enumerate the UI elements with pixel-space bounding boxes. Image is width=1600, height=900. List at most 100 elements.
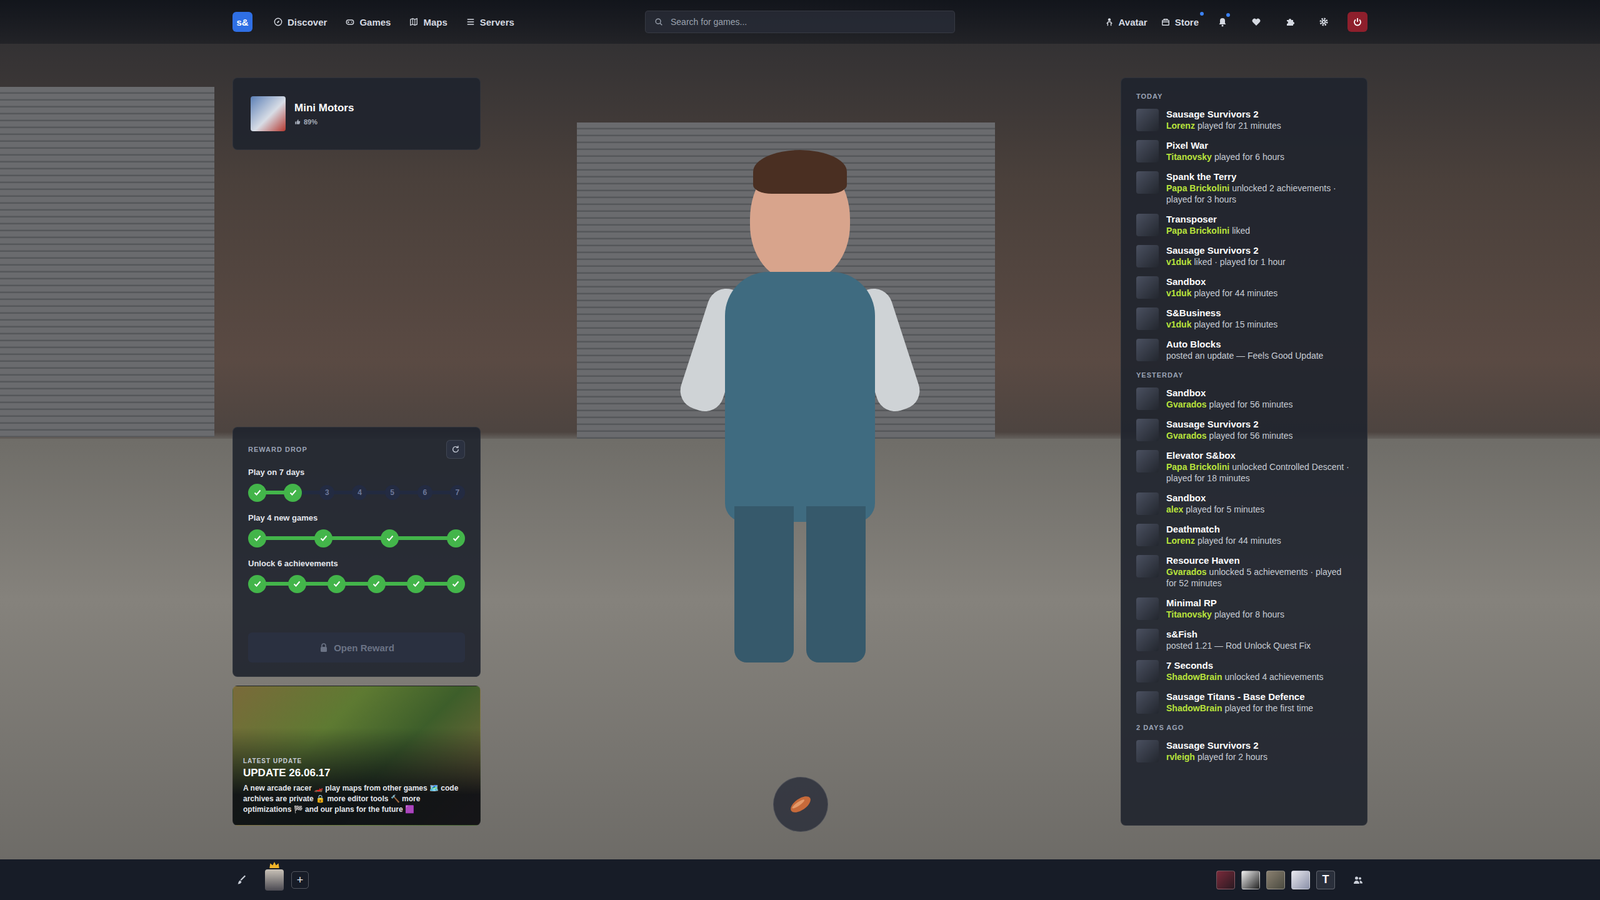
friend-avatar[interactable] <box>1291 870 1310 890</box>
add-party-button[interactable]: + <box>291 871 309 889</box>
feed-item[interactable]: DeathmatchLorenzplayed for 44 minutes <box>1136 519 1352 551</box>
feed-item[interactable]: Pixel WarTitanovskyplayed for 6 hours <box>1136 135 1352 167</box>
nav-item[interactable]: Maps <box>409 16 447 28</box>
user-name[interactable]: Papa Brickolini <box>1166 225 1230 236</box>
user-name[interactable]: v1duk <box>1166 256 1192 267</box>
feed-item[interactable]: Auto Blocksposted an update — Feels Good… <box>1136 334 1352 366</box>
notifications-button[interactable] <box>1212 11 1233 32</box>
game-thumbnail <box>1136 245 1159 268</box>
nav-item[interactable]: Games <box>345 16 391 28</box>
friends-button[interactable] <box>1348 870 1368 890</box>
feed-detail: v1dukliked · played for 1 hour <box>1166 256 1352 268</box>
user-name[interactable]: Lorenz <box>1166 535 1195 546</box>
user-name[interactable]: Titanovsky <box>1166 151 1212 162</box>
quit-button[interactable] <box>1347 11 1368 32</box>
game-title: Sandbox <box>1166 492 1352 504</box>
game-title: Spank the Terry <box>1166 171 1352 183</box>
nav-link[interactable]: Store <box>1161 16 1199 28</box>
nav-item[interactable]: Discover <box>273 16 327 28</box>
game-title: S&Business <box>1166 307 1352 319</box>
game-thumbnail <box>1136 276 1159 299</box>
person-icon <box>1105 17 1114 27</box>
feed-action: played for 8 hours <box>1214 609 1285 620</box>
feed-item[interactable]: Sausage Titans - Base DefenceShadowBrain… <box>1136 686 1352 719</box>
feed-detail: posted an update — Feels Good Update <box>1166 350 1352 362</box>
button-label: Open Reward <box>333 642 395 654</box>
nav-label: Games <box>359 16 391 28</box>
feed-text: Minimal RPTitanovskyplayed for 8 hours <box>1166 597 1352 620</box>
game-thumbnail <box>1136 492 1159 515</box>
settings-button[interactable] <box>1313 11 1334 32</box>
game-thumbnail <box>1136 108 1159 132</box>
feed-item[interactable]: Sandboxalexplayed for 5 minutes <box>1136 488 1352 520</box>
search-input[interactable] <box>669 16 946 28</box>
check-icon <box>451 533 462 544</box>
check-icon <box>385 533 395 544</box>
progress-step <box>380 529 399 548</box>
addons-button[interactable] <box>1280 11 1300 32</box>
progress-track <box>257 581 456 586</box>
user-name[interactable]: Lorenz <box>1166 120 1195 131</box>
progress-step <box>367 575 386 594</box>
user-name[interactable]: Gvarados <box>1166 399 1207 410</box>
progress-step <box>283 483 302 502</box>
open-reward-button[interactable]: Open Reward <box>248 632 465 663</box>
refresh-button[interactable] <box>446 440 465 459</box>
user-name[interactable]: Gvarados <box>1166 566 1207 577</box>
user-name[interactable]: Papa Brickolini <box>1166 461 1230 472</box>
feed-text: Elevator S&boxPapa Brickoliniunlocked Co… <box>1166 450 1352 484</box>
feed-item[interactable]: TransposerPapa Brickoliniliked <box>1136 209 1352 241</box>
group-label: TODAY <box>1136 91 1352 101</box>
feed-item[interactable]: Sandboxv1dukplayed for 44 minutes <box>1136 271 1352 304</box>
character-body <box>725 271 875 522</box>
game-thumbnail <box>1136 338 1159 362</box>
feed-item[interactable]: 7 SecondsShadowBrainunlocked 4 achieveme… <box>1136 655 1352 687</box>
user-name[interactable]: v1duk <box>1166 319 1192 330</box>
user-name[interactable]: Titanovsky <box>1166 609 1212 620</box>
friend-avatar[interactable]: T <box>1316 870 1335 890</box>
feed-action: played for 2 hours <box>1197 751 1268 762</box>
feed-item[interactable]: Elevator S&boxPapa Brickoliniunlocked Co… <box>1136 445 1352 489</box>
logo[interactable]: s& <box>232 11 253 32</box>
user-name[interactable]: ShadowBrain <box>1166 703 1222 714</box>
favourites-button[interactable] <box>1246 11 1267 32</box>
search-field[interactable] <box>645 10 955 34</box>
friend-avatar[interactable] <box>1241 870 1260 890</box>
feed-item[interactable]: Sausage Survivors 2Gvaradosplayed for 56… <box>1136 414 1352 446</box>
feed-detail: Gvaradosplayed for 56 minutes <box>1166 398 1352 410</box>
feed-item[interactable]: Sausage Survivors 2v1dukliked · played f… <box>1136 240 1352 272</box>
progress-step <box>314 529 333 548</box>
game-title: 7 Seconds <box>1166 660 1352 672</box>
friend-avatar[interactable] <box>1216 870 1235 890</box>
own-avatar[interactable] <box>265 869 284 891</box>
feed-item[interactable]: Sausage Survivors 2rvleighplayed for 2 h… <box>1136 735 1352 767</box>
sausage-button[interactable] <box>773 776 829 832</box>
feed-item[interactable]: Minimal RPTitanovskyplayed for 8 hours <box>1136 593 1352 625</box>
friend-avatar[interactable] <box>1266 870 1285 890</box>
game-title: Deathmatch <box>1166 523 1352 535</box>
brush-button[interactable] <box>232 870 252 890</box>
feed-item[interactable]: Resource HavenGvaradosunlocked 5 achieve… <box>1136 550 1352 594</box>
feed-item[interactable]: Sausage Survivors 2Lorenzplayed for 21 m… <box>1136 104 1352 136</box>
nav-label: Store <box>1175 16 1199 28</box>
feed-item[interactable]: Spank the TerryPapa Brickoliniunlocked 2… <box>1136 166 1352 210</box>
feed-item[interactable]: SandboxGvaradosplayed for 56 minutes <box>1136 383 1352 415</box>
user-name[interactable]: ShadowBrain <box>1166 671 1222 682</box>
nav-item[interactable]: Servers <box>466 16 515 28</box>
user-name[interactable]: Papa Brickolini <box>1166 183 1230 194</box>
task-label: Play on 7 days <box>248 467 465 477</box>
feed-item[interactable]: S&Businessv1dukplayed for 15 minutes <box>1136 303 1352 335</box>
feed-item[interactable]: s&Fishposted 1.21 — Rod Unlock Quest Fix <box>1136 624 1352 656</box>
feed-detail: Gvaradosplayed for 56 minutes <box>1166 430 1352 442</box>
feed-action: played for 44 minutes <box>1193 288 1278 299</box>
avatar-character[interactable] <box>693 143 907 682</box>
user-name[interactable]: Gvarados <box>1166 430 1207 441</box>
nav-link[interactable]: Avatar <box>1105 16 1148 28</box>
user-name[interactable]: rvleigh <box>1166 751 1195 762</box>
featured-game-card[interactable]: Mini Motors89% <box>232 77 481 150</box>
user-name[interactable]: alex <box>1166 504 1184 515</box>
game-title: Sandbox <box>1166 276 1352 288</box>
update-label: LATEST UPDATE <box>243 757 470 765</box>
latest-update-card[interactable]: LATEST UPDATEUPDATE 26.06.17A new arcade… <box>232 685 481 826</box>
user-name[interactable]: v1duk <box>1166 288 1192 299</box>
